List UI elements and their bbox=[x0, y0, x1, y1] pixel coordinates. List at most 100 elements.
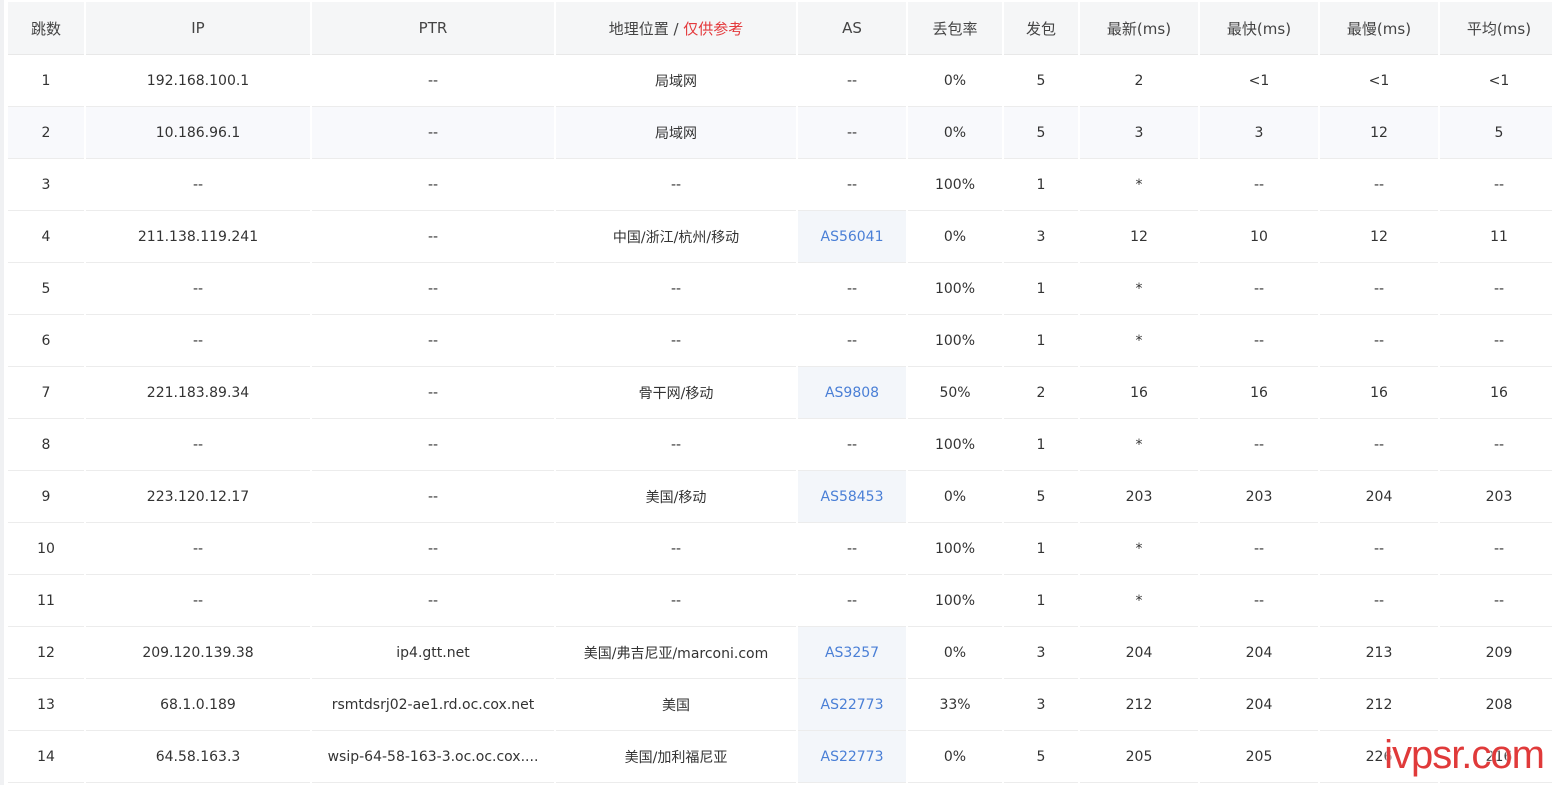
as-link[interactable]: AS56041 bbox=[821, 229, 884, 245]
cell-loss: 0% bbox=[908, 471, 1002, 523]
cell-geo: 中国/浙江/杭州/移动 bbox=[556, 211, 796, 263]
table-body: 1 192.168.100.1 -- 局域网 -- 0% 5 2 <1 <1 <1 2 10.186.9… bbox=[8, 55, 1552, 783]
cell-ip: 223.120.12.17 bbox=[86, 471, 310, 523]
cell-last: 3 bbox=[1080, 107, 1198, 159]
cell-avg: 216 bbox=[1440, 731, 1552, 783]
cell-worst: -- bbox=[1320, 263, 1438, 315]
cell-loss: 0% bbox=[908, 731, 1002, 783]
cell-loss: 0% bbox=[908, 627, 1002, 679]
cell-as: AS9808 bbox=[798, 367, 906, 419]
cell-last: 205 bbox=[1080, 731, 1198, 783]
cell-worst: -- bbox=[1320, 159, 1438, 211]
cell-geo: -- bbox=[556, 575, 796, 627]
cell-ptr: -- bbox=[312, 575, 554, 627]
cell-worst: <1 bbox=[1320, 55, 1438, 107]
left-edge-bar bbox=[0, 0, 4, 785]
cell-worst: 212 bbox=[1320, 679, 1438, 731]
traceroute-table: 跳数 IP PTR 地理位置 / 仅供参考 AS 丢包率 发包 最新(ms) 最… bbox=[6, 2, 1552, 783]
cell-ip: -- bbox=[86, 315, 310, 367]
cell-hop: 6 bbox=[8, 315, 84, 367]
cell-loss: 0% bbox=[908, 55, 1002, 107]
header-loss: 丢包率 bbox=[908, 2, 1002, 55]
cell-last: 12 bbox=[1080, 211, 1198, 263]
cell-worst: -- bbox=[1320, 315, 1438, 367]
header-best: 最快(ms) bbox=[1200, 2, 1318, 55]
cell-ip: 221.183.89.34 bbox=[86, 367, 310, 419]
cell-as: AS56041 bbox=[798, 211, 906, 263]
header-ip: IP bbox=[86, 2, 310, 55]
cell-avg: -- bbox=[1440, 575, 1552, 627]
table-row: 7 221.183.89.34 -- 骨干网/移动 AS9808 50% 2 16 16 16 16 bbox=[8, 367, 1552, 419]
table-row: 12 209.120.139.38 ip4.gtt.net 美国/弗吉尼亚/marco… bbox=[8, 627, 1552, 679]
cell-as: -- bbox=[798, 523, 906, 575]
cell-sent: 2 bbox=[1004, 367, 1078, 419]
cell-loss: 0% bbox=[908, 211, 1002, 263]
cell-best: -- bbox=[1200, 575, 1318, 627]
cell-ptr: wsip-64-58-163-3.oc.oc.cox.... bbox=[312, 731, 554, 783]
as-link[interactable]: AS3257 bbox=[825, 645, 879, 661]
table-row: 13 68.1.0.189 rsmtdsrj02-ae1.rd.oc.cox.net… bbox=[8, 679, 1552, 731]
cell-best: -- bbox=[1200, 419, 1318, 471]
cell-loss: 100% bbox=[908, 263, 1002, 315]
cell-ip: -- bbox=[86, 263, 310, 315]
traceroute-table-container: 跳数 IP PTR 地理位置 / 仅供参考 AS 丢包率 发包 最新(ms) 最… bbox=[8, 2, 1552, 783]
table-row: 8 -- -- -- -- 100% 1 * -- -- -- bbox=[8, 419, 1552, 471]
cell-sent: 5 bbox=[1004, 107, 1078, 159]
as-link[interactable]: AS9808 bbox=[825, 385, 879, 401]
header-as: AS bbox=[798, 2, 906, 55]
cell-worst: 204 bbox=[1320, 471, 1438, 523]
cell-geo: 美国/加利福尼亚 bbox=[556, 731, 796, 783]
cell-hop: 8 bbox=[8, 419, 84, 471]
cell-avg: 203 bbox=[1440, 471, 1552, 523]
cell-ptr: -- bbox=[312, 55, 554, 107]
cell-geo: 美国/弗吉尼亚/marconi.com bbox=[556, 627, 796, 679]
cell-last: * bbox=[1080, 315, 1198, 367]
cell-geo: -- bbox=[556, 159, 796, 211]
cell-ip: -- bbox=[86, 523, 310, 575]
cell-hop: 7 bbox=[8, 367, 84, 419]
cell-as: -- bbox=[798, 575, 906, 627]
header-hop: 跳数 bbox=[8, 2, 84, 55]
cell-last: * bbox=[1080, 419, 1198, 471]
cell-sent: 1 bbox=[1004, 419, 1078, 471]
header-ptr: PTR bbox=[312, 2, 554, 55]
table-row: 9 223.120.12.17 -- 美国/移动 AS58453 0% 5 203 203 204… bbox=[8, 471, 1552, 523]
header-worst: 最慢(ms) bbox=[1320, 2, 1438, 55]
cell-worst: -- bbox=[1320, 419, 1438, 471]
cell-geo: -- bbox=[556, 523, 796, 575]
cell-sent: 1 bbox=[1004, 523, 1078, 575]
cell-avg: 5 bbox=[1440, 107, 1552, 159]
cell-geo: 局域网 bbox=[556, 55, 796, 107]
cell-geo: -- bbox=[556, 315, 796, 367]
cell-best: 205 bbox=[1200, 731, 1318, 783]
cell-ip: -- bbox=[86, 419, 310, 471]
as-link[interactable]: AS22773 bbox=[821, 749, 884, 765]
cell-ptr: rsmtdsrj02-ae1.rd.oc.cox.net bbox=[312, 679, 554, 731]
cell-hop: 9 bbox=[8, 471, 84, 523]
cell-loss: 100% bbox=[908, 315, 1002, 367]
cell-ptr: -- bbox=[312, 523, 554, 575]
cell-sent: 3 bbox=[1004, 679, 1078, 731]
cell-as: -- bbox=[798, 159, 906, 211]
as-link[interactable]: AS58453 bbox=[821, 489, 884, 505]
cell-hop: 4 bbox=[8, 211, 84, 263]
cell-sent: 5 bbox=[1004, 471, 1078, 523]
cell-avg: -- bbox=[1440, 315, 1552, 367]
as-link[interactable]: AS22773 bbox=[821, 697, 884, 713]
cell-sent: 5 bbox=[1004, 55, 1078, 107]
table-row: 10 -- -- -- -- 100% 1 * -- -- -- bbox=[8, 523, 1552, 575]
cell-best: 3 bbox=[1200, 107, 1318, 159]
cell-loss: 100% bbox=[908, 419, 1002, 471]
cell-best: -- bbox=[1200, 263, 1318, 315]
cell-as: AS22773 bbox=[798, 731, 906, 783]
table-row: 4 211.138.119.241 -- 中国/浙江/杭州/移动 AS56041 0% 3 1… bbox=[8, 211, 1552, 263]
cell-ptr: -- bbox=[312, 159, 554, 211]
cell-ip: 64.58.163.3 bbox=[86, 731, 310, 783]
cell-last: * bbox=[1080, 523, 1198, 575]
cell-hop: 13 bbox=[8, 679, 84, 731]
cell-as: -- bbox=[798, 55, 906, 107]
cell-avg: <1 bbox=[1440, 55, 1552, 107]
cell-last: * bbox=[1080, 159, 1198, 211]
cell-best: 16 bbox=[1200, 367, 1318, 419]
cell-ptr: -- bbox=[312, 471, 554, 523]
